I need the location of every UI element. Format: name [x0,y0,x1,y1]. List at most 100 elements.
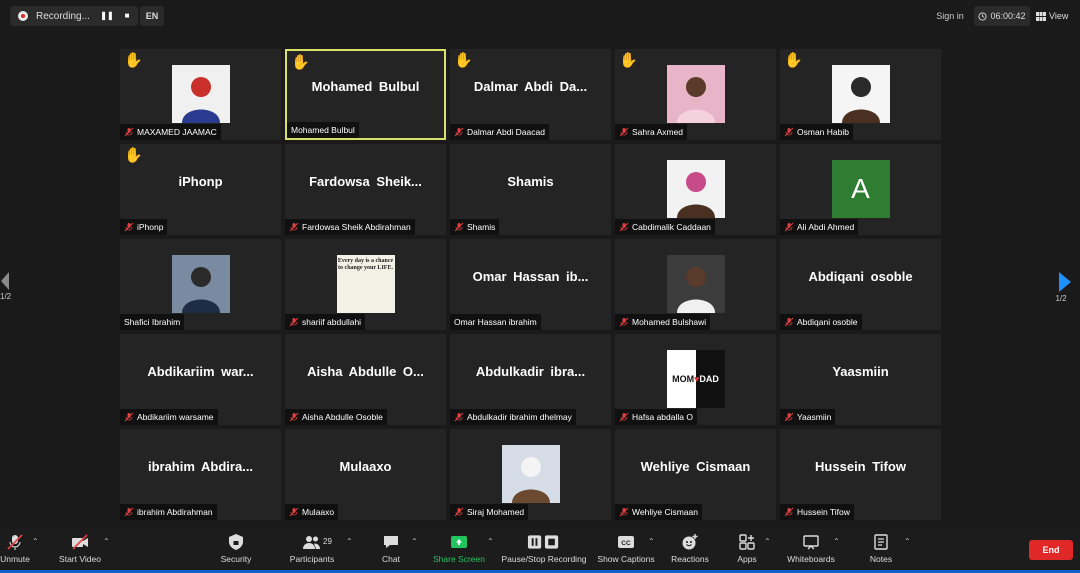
security-button[interactable]: Security [216,531,256,569]
microphone-muted-icon [124,127,134,137]
chat-button[interactable]: Chat [376,531,406,569]
apps-button[interactable]: Apps [732,531,762,569]
participant-tile[interactable]: Abdulkadir ibra... Abdulkadir ibrahim dhe… [450,334,611,425]
participant-tile[interactable]: Wehliye Cismaan Wehliye Cismaan [615,429,776,520]
participant-tile[interactable]: Yaasmiin Yaasmiin [780,334,941,425]
apps-options-chevron-icon[interactable]: ⌃ [764,537,771,546]
end-meeting-button[interactable]: End [1029,540,1073,560]
share-screen-label: Share Screen [433,554,485,564]
participant-name: Ali Abdi Ahmed [797,222,855,232]
participant-name: Shamis [467,222,496,232]
pause-recording-icon[interactable]: ❚❚ [100,10,114,22]
captions-icon: CC [618,536,634,548]
stop-recording-icon[interactable]: ■ [120,10,134,22]
unmute-label: Unmute [0,554,30,564]
grid-view-icon [1036,11,1046,21]
video-options-chevron-icon[interactable]: ⌃ [103,537,110,546]
unmute-button[interactable]: Unmute [0,531,30,569]
view-label: View [1049,11,1069,21]
participant-tile[interactable]: Aisha Abdulle O... Aisha Abdulle Osoble [285,334,446,425]
participant-tile[interactable]: Shamis Shamis [450,144,611,235]
reactions-button[interactable]: Reactions [668,531,712,569]
pause-stop-recording-button[interactable]: Pause/Stop Recording [498,531,590,569]
participant-tile[interactable]: Every day is a chance to change your LIF… [285,239,446,330]
participant-tile[interactable]: ✋ Sahra Axmed [615,49,776,140]
participant-name: Fardowsa Sheik Abdirahman [302,222,411,232]
notes-button[interactable]: Notes [866,531,896,569]
meeting-timer: 06:00:42 [974,6,1030,26]
participant-tile[interactable]: Hussein Tifow Hussein Tifow [780,429,941,520]
start-video-label: Start Video [59,554,101,564]
participant-name-label: Shamis [450,219,500,235]
participant-video-feed [666,255,725,313]
participant-avatar: A [831,160,890,218]
participant-video-feed [501,445,560,503]
timer-text: 06:00:42 [990,11,1026,21]
participant-name-label: Abdikariim warsame [120,409,218,425]
microphone-muted-icon [124,507,134,517]
participant-tile[interactable]: Abdikariim war... Abdikariim warsame [120,334,281,425]
participant-tile[interactable]: Shafici Ibrahim [120,239,281,330]
microphone-muted-icon [454,127,464,137]
participant-tile[interactable]: Fardowsa Sheik... Fardowsa Sheik Abdirahm… [285,144,446,235]
next-page[interactable]: 1/2 [1048,272,1074,303]
participant-tile[interactable]: Siraj Mohamed [450,429,611,520]
participant-name: Hussein Tifow [797,507,850,517]
chat-options-chevron-icon[interactable]: ⌃ [411,537,418,546]
participant-tile[interactable]: ✋ Mohamed Bulbul Mohamed Bulbul [285,49,446,140]
start-video-button[interactable]: Start Video [52,531,108,569]
microphone-muted-icon [619,222,629,232]
participant-tile[interactable]: MOM♥DAD Hafsa abdalla O [615,334,776,425]
captions-options-chevron-icon[interactable]: ⌃ [648,537,655,546]
participant-tile[interactable]: ✋ Dalmar Abdi Da... Dalmar Abdi Daacad [450,49,611,140]
share-options-chevron-icon[interactable]: ⌃ [487,537,494,546]
participant-tile[interactable]: A Ali Abdi Ahmed [780,144,941,235]
participant-name-label: Siraj Mohamed [450,504,529,520]
sign-in-link[interactable]: Sign in [930,6,970,26]
participants-options-chevron-icon[interactable]: ⌃ [346,537,353,546]
participant-tile[interactable]: ✋ MAXAMED JAAMAC [120,49,281,140]
participant-tile[interactable]: ✋ iPhonp iPhonp [120,144,281,235]
recording-indicator[interactable]: Recording... ❚❚ ■ [10,6,138,26]
participant-tile[interactable]: Omar Hassan ib... Omar Hassan ibrahim [450,239,611,330]
participant-tile[interactable]: Mulaaxo Mulaaxo [285,429,446,520]
share-screen-button[interactable]: Share Screen [430,531,488,569]
language-button[interactable]: EN [140,6,164,26]
apps-label: Apps [737,554,757,564]
participant-name-label: shariif abdullahi [285,314,366,330]
page-indicator-left: 1/2 [0,292,12,301]
participant-display-name: iPhonp [178,174,223,189]
video-off-icon [72,534,88,550]
participant-display-name: Dalmar Abdi Da... [473,79,588,94]
view-button[interactable]: View [1036,6,1076,26]
participant-tile[interactable]: ✋ Osman Habib [780,49,941,140]
participant-tile[interactable]: Cabdimalik Caddaan [615,144,776,235]
profile-text-dad: DAD [699,374,719,384]
microphone-muted-icon [784,127,794,137]
previous-page[interactable]: 1/2 [0,272,12,301]
microphone-muted-icon [454,222,464,232]
participant-name-label: Omar Hassan ibrahim [450,314,541,330]
arrow-left-icon [1,272,9,290]
participant-name-label: Wehliye Cismaan [615,504,702,520]
participant-video-feed [831,65,890,123]
participant-name-label: ibrahim Abdirahman [120,504,217,520]
participant-name-label: Cabdimalik Caddaan [615,219,715,235]
participant-tile[interactable]: Mohamed Bulshawi [615,239,776,330]
participant-display-name: Hussein Tifow [815,459,906,474]
microphone-muted-icon [289,507,299,517]
participant-tile[interactable]: ibrahim Abdira... ibrahim Abdirahman [120,429,281,520]
whiteboards-button[interactable]: Whiteboards [784,531,838,569]
reactions-label: Reactions [671,554,709,564]
microphone-muted-icon [619,317,629,327]
participant-name-label: Abdulkadir ibrahim dhelmay [450,409,576,425]
participant-name-label: Dalmar Abdi Daacad [450,124,549,140]
whiteboards-options-chevron-icon[interactable]: ⌃ [833,537,840,546]
recording-dot-icon [18,11,28,21]
show-captions-button[interactable]: CC Show Captions [596,531,656,569]
notes-options-chevron-icon[interactable]: ⌃ [904,537,911,546]
audio-options-chevron-icon[interactable]: ⌃ [32,537,39,546]
participant-tile[interactable]: Abdiqani osoble Abdiqani osoble [780,239,941,330]
participant-name: iPhonp [137,222,164,232]
participant-name: Siraj Mohamed [467,507,525,517]
